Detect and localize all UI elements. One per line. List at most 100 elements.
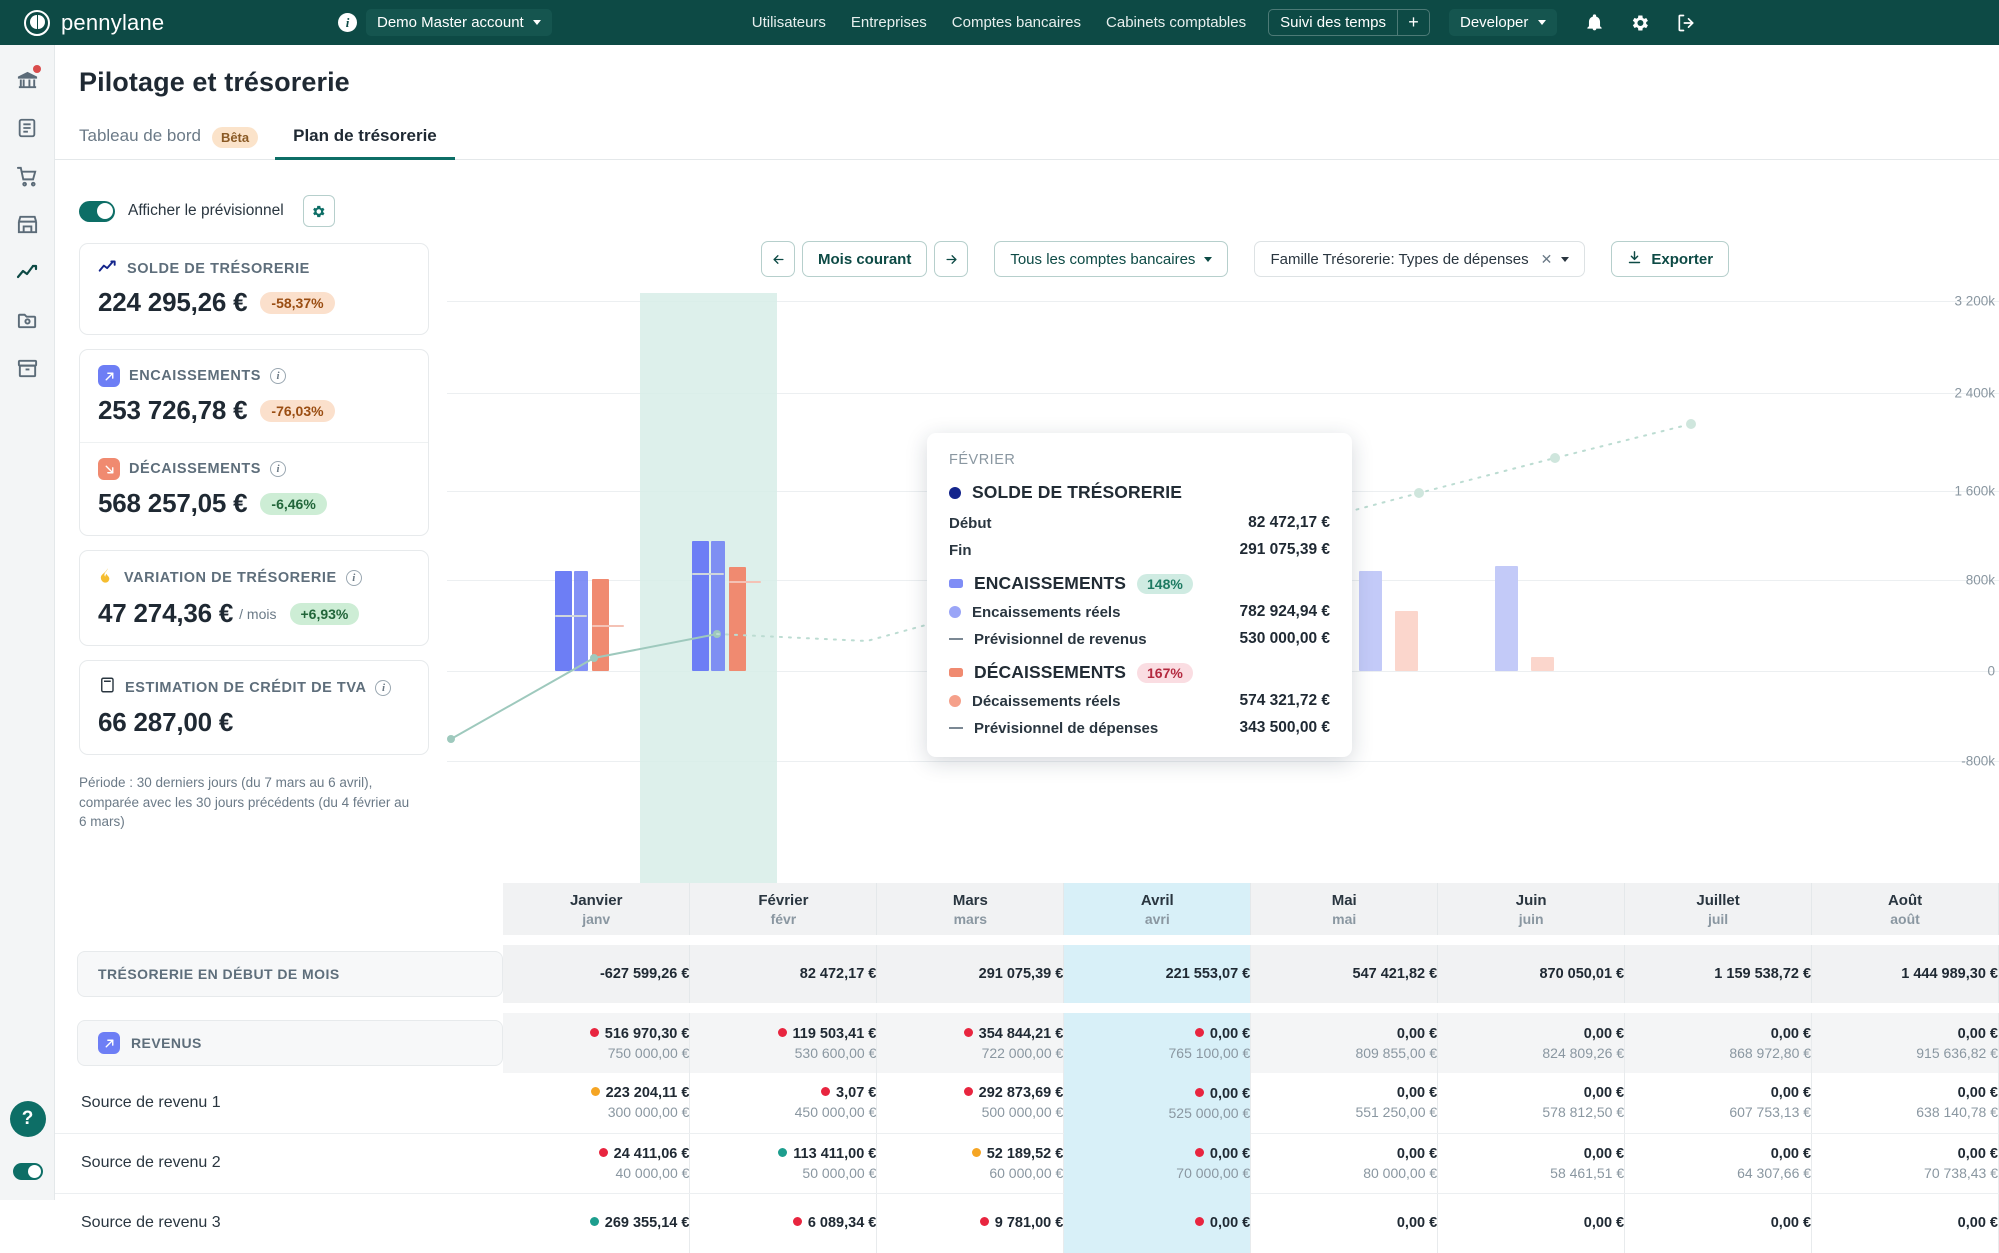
calculator-icon [98, 676, 116, 699]
flame-icon [98, 566, 115, 590]
row-label-cell: TRÉSORERIE EN DÉBUT DE MOIS [55, 945, 503, 1003]
month-header-janvier[interactable]: Janvier janv [503, 883, 690, 935]
tooltip-row-fin: Fin 291 075,39 € [949, 541, 1330, 559]
table-row-revenus-group[interactable]: REVENUS 516 970,30 € 750 000,00 € 119 50… [55, 1013, 1999, 1073]
time-tracking-add-button[interactable]: + [1397, 10, 1429, 35]
bell-icon[interactable] [1583, 12, 1605, 34]
nav-link-utilisateurs[interactable]: Utilisateurs [752, 14, 826, 31]
month-header-mars[interactable]: Mars mars [877, 883, 1064, 935]
cell-value: 1 159 538,72 € [1625, 966, 1811, 982]
info-icon[interactable]: i [375, 680, 391, 696]
cell-value: 0,00 € [1438, 1215, 1624, 1231]
kpi-delta-badge: -76,03% [260, 400, 334, 422]
tab-plan-de-tresorerie[interactable]: Plan de trésorerie [275, 112, 455, 159]
current-month-button[interactable]: Mois courant [802, 241, 927, 277]
tooltip-row-key: Décaissements réels [972, 693, 1120, 710]
cell-value: 0,00 € [1251, 1026, 1437, 1042]
tooltip-section-encaissements: ENCAISSEMENTS 148% [949, 573, 1330, 594]
table-row[interactable]: Source de revenu 2 24 411,06 € 40 000,00… [55, 1133, 1999, 1193]
cell-value: 870 050,01 € [1438, 966, 1624, 982]
tooltip-row-key: Prévisionnel de dépenses [974, 720, 1158, 737]
forecast-settings-gear-icon[interactable] [303, 195, 335, 227]
nav-link-entreprises[interactable]: Entreprises [851, 14, 927, 31]
month-long: Mai [1251, 892, 1437, 909]
cell-forecast: 578 812,50 € [1438, 1104, 1624, 1120]
cell-forecast: 525 000,00 € [1064, 1105, 1250, 1121]
role-dropdown[interactable]: Developer [1449, 9, 1557, 36]
cell-value: 119 503,41 € [690, 1026, 876, 1042]
table-cell: 0,00 € 868 972,80 € [1625, 1013, 1812, 1073]
month-header-aout[interactable]: Août août [1812, 883, 1999, 935]
purchases-cart-icon[interactable] [14, 163, 40, 189]
status-bullet [821, 1087, 830, 1096]
cashflow-table[interactable]: Janvier janv Février févr Mars mars Avri… [55, 883, 1999, 1245]
month-header-juin[interactable]: Juin juin [1438, 883, 1625, 935]
kpi-label: VARIATION DE TRÉSORERIE [124, 570, 337, 586]
kpi-delta-badge: -58,37% [260, 292, 334, 314]
export-button[interactable]: Exporter [1611, 241, 1729, 277]
table-cell: 870 050,01 € [1438, 945, 1625, 1003]
clients-folder-icon[interactable] [14, 307, 40, 333]
kpi-variation-de-tresorerie: VARIATION DE TRÉSORERIE i 47 274,36 € / … [80, 551, 428, 645]
row-label: TRÉSORERIE EN DÉBUT DE MOIS [98, 966, 340, 982]
row-label-box[interactable]: REVENUS [77, 1020, 503, 1066]
month-header-avril[interactable]: Avril avri [1064, 883, 1251, 935]
cell-forecast: 50 000,00 € [690, 1165, 876, 1181]
cell-value: 0,00 € [1251, 1215, 1437, 1231]
cell-value: 0,00 € [1438, 1026, 1624, 1042]
month-header-juillet[interactable]: Juillet juil [1625, 883, 1812, 935]
table-row[interactable]: Source de revenu 3 269 355,14 € 6 089,34… [55, 1193, 1999, 1253]
cell-forecast: 551 250,00 € [1251, 1104, 1437, 1120]
documents-icon[interactable] [14, 115, 40, 141]
chart-toolbar: Mois courant Tous les comptes bancaires … [761, 241, 1729, 277]
table-cell: 0,00 € [1625, 1193, 1812, 1253]
logout-icon[interactable] [1675, 12, 1697, 34]
month-header-mai[interactable]: Mai mai [1251, 883, 1438, 935]
cell-forecast: 765 100,00 € [1064, 1045, 1250, 1061]
nav-link-cabinets-comptables[interactable]: Cabinets comptables [1106, 14, 1246, 31]
bank-accounts-filter-label: Tous les comptes bancaires [1010, 251, 1195, 268]
theme-toggle[interactable] [13, 1163, 43, 1180]
gear-icon[interactable] [1629, 12, 1651, 34]
table-row[interactable]: Source de revenu 1 223 204,11 € 300 000,… [55, 1073, 1999, 1133]
table-cell-current: 0,00 € 765 100,00 € [1064, 1013, 1251, 1073]
tab-tableau-de-bord[interactable]: Tableau de bord Bêta [79, 112, 275, 159]
role-label: Developer [1460, 14, 1528, 31]
analytics-icon[interactable] [14, 259, 40, 285]
forecast-toggle[interactable] [79, 201, 115, 222]
month-short: avri [1064, 911, 1250, 927]
nav-link-comptes-bancaires[interactable]: Comptes bancaires [952, 14, 1081, 31]
status-bullet [591, 1087, 600, 1096]
info-icon[interactable]: i [270, 368, 286, 384]
bar-encaissements-aout [1495, 566, 1518, 671]
brand-name: pennylane [61, 10, 164, 36]
cell-forecast: 530 600,00 € [690, 1045, 876, 1061]
next-month-button[interactable] [934, 241, 968, 277]
bank-icon[interactable] [14, 67, 40, 93]
info-icon[interactable]: i [346, 570, 362, 586]
expense-family-filter[interactable]: Famille Trésorerie: Types de dépenses ✕ [1254, 241, 1585, 277]
archive-icon[interactable] [14, 355, 40, 381]
help-icon[interactable]: ? [10, 1101, 46, 1137]
table-spacer-row [55, 1003, 1999, 1013]
cell-forecast: 40 000,00 € [503, 1165, 689, 1181]
account-selector-area[interactable]: i Demo Master account [338, 9, 552, 36]
month-short: févr [690, 911, 876, 927]
row-label-box: TRÉSORERIE EN DÉBUT DE MOIS [77, 951, 503, 997]
prev-month-button[interactable] [761, 241, 795, 277]
time-tracking-button[interactable]: Suivi des temps [1269, 10, 1397, 35]
cell-value: 0,00 € [1064, 1215, 1250, 1231]
account-dropdown[interactable]: Demo Master account [366, 9, 552, 36]
forecast-toggle-label: Afficher le prévisionnel [128, 202, 284, 220]
table-cell: 9 781,00 € [877, 1193, 1064, 1253]
store-icon[interactable] [14, 211, 40, 237]
clear-filter-icon[interactable]: ✕ [1541, 251, 1553, 268]
cell-value: 0,00 € [1064, 1146, 1250, 1162]
brand-logo-area[interactable]: pennylane [24, 10, 264, 36]
cell-value: -627 599,26 € [503, 966, 689, 982]
chevron-down-icon [1538, 20, 1546, 25]
bank-accounts-filter[interactable]: Tous les comptes bancaires [994, 241, 1228, 277]
table-cell: 292 873,69 € 500 000,00 € [877, 1073, 1064, 1133]
info-icon[interactable]: i [270, 461, 286, 477]
month-header-fevrier[interactable]: Février févr [690, 883, 877, 935]
